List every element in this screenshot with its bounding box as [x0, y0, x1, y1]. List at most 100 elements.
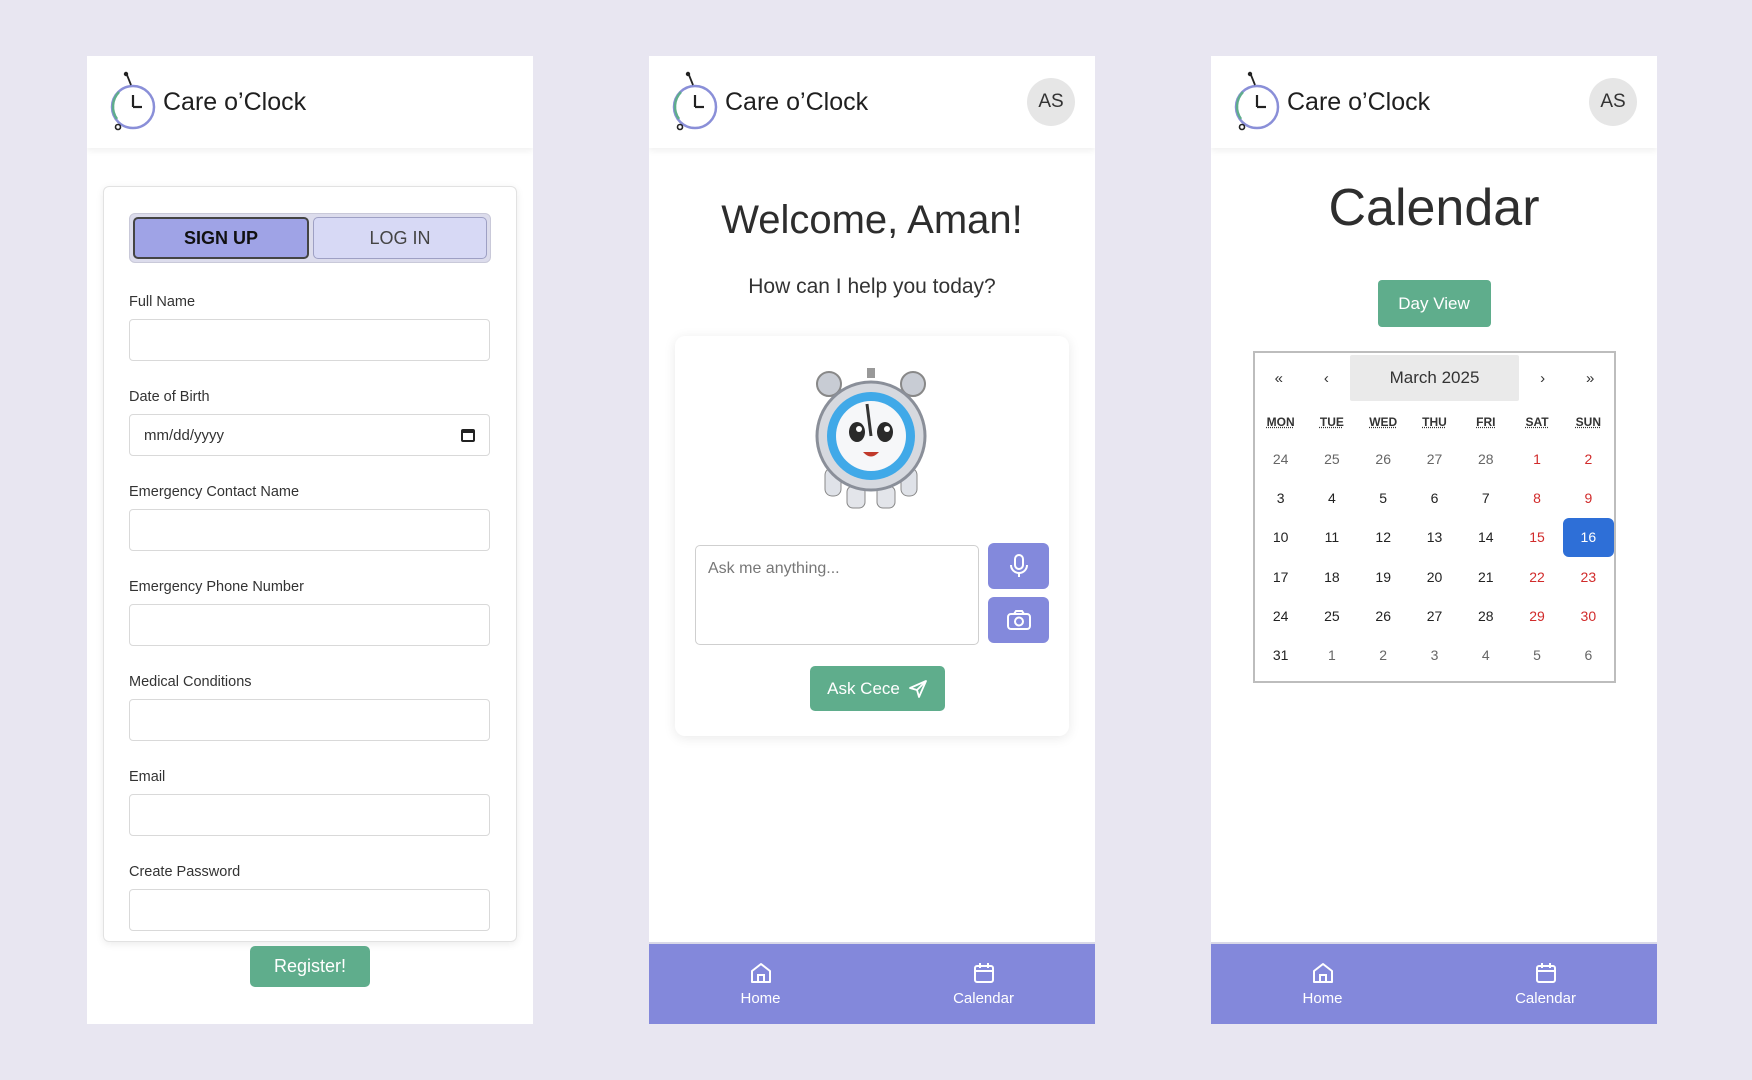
welcome-heading: Welcome, Aman!	[721, 198, 1023, 242]
calendar-day[interactable]: 25	[1306, 439, 1357, 478]
calendar-day[interactable]: 6	[1563, 635, 1614, 674]
emergency-name-label: Emergency Contact Name	[129, 484, 300, 500]
calendar-day[interactable]: 9	[1563, 478, 1614, 517]
calendar-day[interactable]: 15	[1511, 518, 1562, 557]
full-name-input[interactable]	[129, 319, 490, 361]
calendar-day[interactable]: 8	[1511, 478, 1562, 517]
medical-input[interactable]	[129, 699, 490, 741]
calendar-day[interactable]: 31	[1255, 635, 1306, 674]
medical-label: Medical Conditions	[129, 674, 252, 690]
calendar-picker-icon[interactable]	[461, 428, 475, 442]
microphone-button[interactable]	[988, 543, 1049, 589]
calendar-day[interactable]: 29	[1511, 596, 1562, 635]
calendar-day[interactable]: 12	[1358, 518, 1409, 557]
nav-home[interactable]: Home	[649, 944, 872, 1024]
nav-calendar-label: Calendar	[953, 990, 1014, 1007]
emergency-phone-label: Emergency Phone Number	[129, 579, 304, 595]
calendar-day[interactable]: 24	[1255, 439, 1306, 478]
calendar-week-row: 31 1 2 3 4 5 6	[1255, 635, 1614, 674]
weekday-label: FRI	[1476, 415, 1496, 429]
calendar-screen: Care o’Clock AS Calendar Day View « ‹ Ma…	[1211, 56, 1657, 1024]
calendar-day[interactable]: 27	[1409, 596, 1460, 635]
weekday-label: TUE	[1319, 415, 1344, 429]
email-input[interactable]	[129, 794, 490, 836]
calendar-day[interactable]: 1	[1306, 635, 1357, 674]
day-view-button[interactable]: Day View	[1377, 280, 1491, 327]
calendar-day[interactable]: 21	[1460, 557, 1511, 596]
calendar-day[interactable]: 27	[1409, 439, 1460, 478]
email-label: Email	[129, 769, 166, 785]
calendar-day[interactable]: 5	[1358, 478, 1409, 517]
calendar-day[interactable]: 30	[1563, 596, 1614, 635]
calendar-day[interactable]: 10	[1255, 518, 1306, 557]
calendar-day[interactable]: 23	[1563, 557, 1614, 596]
calendar-day[interactable]: 4	[1460, 635, 1511, 674]
prev-month-button[interactable]: ‹	[1303, 355, 1351, 401]
calendar-day[interactable]: 14	[1460, 518, 1511, 557]
calendar-day[interactable]: 26	[1358, 596, 1409, 635]
calendar-day[interactable]: 2	[1358, 635, 1409, 674]
calendar-nav: « ‹ March 2025 › »	[1255, 355, 1614, 401]
tab-login[interactable]: LOG IN	[313, 217, 487, 259]
calendar-day[interactable]: 28	[1460, 439, 1511, 478]
calendar-day[interactable]: 1	[1511, 439, 1562, 478]
signup-screen: Care o’Clock SIGN UP LOG IN Full Name Da…	[87, 56, 533, 1024]
dob-placeholder: mm/dd/yyyy	[144, 426, 225, 444]
calendar-day[interactable]: 18	[1306, 557, 1357, 596]
weekday-label: MON	[1266, 415, 1295, 429]
avatar[interactable]: AS	[1027, 78, 1075, 126]
calendar-day[interactable]: 17	[1255, 557, 1306, 596]
month-label[interactable]: March 2025	[1350, 355, 1519, 401]
calendar-day[interactable]: 6	[1409, 478, 1460, 517]
next-month-button[interactable]: ›	[1519, 355, 1567, 401]
weekday-label: SAT	[1525, 415, 1549, 429]
calendar-day[interactable]: 4	[1306, 478, 1357, 517]
calendar-day[interactable]: 26	[1358, 439, 1409, 478]
camera-icon	[1006, 610, 1031, 630]
help-subtitle: How can I help you today?	[748, 275, 996, 298]
brand-name: Care o’Clock	[1287, 87, 1431, 116]
emergency-phone-input[interactable]	[129, 604, 490, 646]
calendar-day[interactable]: 22	[1511, 557, 1562, 596]
app-header: Care o’Clock AS	[649, 56, 1095, 148]
password-input[interactable]	[129, 889, 490, 931]
ask-cece-button[interactable]: Ask Cece	[810, 666, 945, 711]
home-screen: Care o’Clock AS Welcome, Aman! How can I…	[649, 56, 1095, 1024]
calendar-day-selected[interactable]: 16	[1562, 517, 1614, 557]
page-title: Calendar	[1328, 179, 1540, 237]
full-name-label: Full Name	[129, 294, 196, 310]
calendar-day[interactable]: 13	[1409, 518, 1460, 557]
emergency-name-input[interactable]	[129, 509, 490, 551]
calendar-day[interactable]: 25	[1306, 596, 1357, 635]
calendar-day[interactable]: 20	[1409, 557, 1460, 596]
assistant-card: Ask me anything... Ask Cece	[675, 336, 1069, 736]
nav-home-label: Home	[740, 990, 781, 1007]
nav-calendar[interactable]: Calendar	[872, 944, 1095, 1024]
calendar-day[interactable]: 19	[1358, 557, 1409, 596]
camera-button[interactable]	[988, 597, 1049, 643]
calendar-day[interactable]: 3	[1409, 635, 1460, 674]
calendar-day[interactable]: 5	[1511, 635, 1562, 674]
nav-calendar[interactable]: Calendar	[1434, 944, 1657, 1024]
nav-home[interactable]: Home	[1211, 944, 1434, 1024]
tab-signup[interactable]: SIGN UP	[133, 217, 309, 259]
clock-mascot-icon	[815, 368, 927, 509]
first-month-button[interactable]: «	[1255, 355, 1303, 401]
calendar-day[interactable]: 7	[1460, 478, 1511, 517]
calendar-icon	[973, 963, 994, 983]
avatar[interactable]: AS	[1589, 78, 1637, 126]
calendar-day[interactable]: 28	[1460, 596, 1511, 635]
ask-input[interactable]: Ask me anything...	[695, 545, 979, 645]
last-month-button[interactable]: »	[1566, 355, 1614, 401]
weekday-label: THU	[1422, 415, 1447, 429]
dob-input[interactable]: mm/dd/yyyy	[129, 414, 490, 456]
clock-logo-icon	[672, 71, 718, 131]
calendar-day[interactable]: 2	[1563, 439, 1614, 478]
calendar-week-row: 24 25 26 27 28 29 30	[1255, 596, 1614, 635]
calendar-week-row: 10 11 12 13 14 15 16	[1255, 517, 1614, 557]
calendar-day[interactable]: 24	[1255, 596, 1306, 635]
register-button[interactable]: Register!	[250, 946, 370, 987]
nav-calendar-label: Calendar	[1515, 990, 1576, 1007]
calendar-day[interactable]: 3	[1255, 478, 1306, 517]
calendar-day[interactable]: 11	[1306, 518, 1357, 557]
